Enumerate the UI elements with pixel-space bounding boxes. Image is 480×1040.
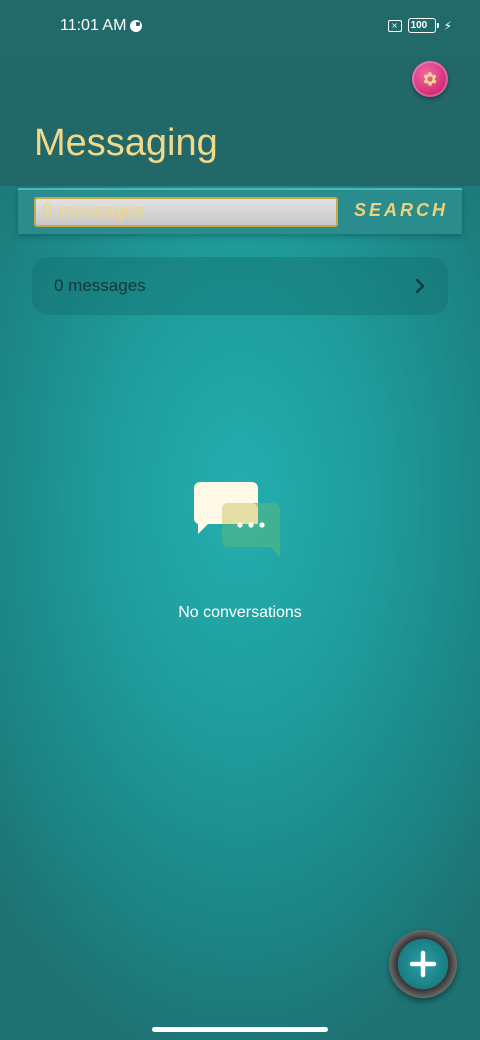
header bbox=[0, 56, 480, 186]
plus-icon bbox=[409, 950, 437, 978]
home-indicator[interactable] bbox=[152, 1027, 328, 1032]
search-bar: SEARCH bbox=[18, 188, 462, 234]
settings-button[interactable] bbox=[412, 61, 448, 97]
chat-bubbles-icon bbox=[194, 482, 280, 557]
search-input[interactable] bbox=[34, 197, 338, 227]
empty-state: No conversations bbox=[0, 478, 480, 622]
status-bar: 11:01 AM × 100 ⚡ bbox=[0, 0, 480, 56]
charging-bolt-icon: ⚡ bbox=[443, 18, 452, 33]
chevron-right-icon bbox=[415, 278, 425, 294]
page-title: Messaging bbox=[34, 122, 218, 164]
new-conversation-button[interactable] bbox=[389, 930, 457, 998]
messages-row-label: 0 messages bbox=[54, 276, 146, 295]
gear-icon bbox=[423, 72, 437, 86]
status-time: 11:01 AM bbox=[60, 17, 127, 34]
status-time-group: 11:01 AM bbox=[60, 17, 143, 35]
sim-blocked-icon: × bbox=[387, 19, 402, 32]
battery-icon: 100 bbox=[407, 18, 439, 33]
search-button[interactable]: SEARCH bbox=[354, 200, 448, 221]
messages-row[interactable]: 0 messages bbox=[32, 257, 448, 315]
notification-circle-icon bbox=[130, 20, 143, 32]
status-icons: × 100 ⚡ bbox=[387, 18, 452, 33]
empty-state-label: No conversations bbox=[178, 604, 302, 621]
battery-level: 100 bbox=[410, 20, 428, 31]
